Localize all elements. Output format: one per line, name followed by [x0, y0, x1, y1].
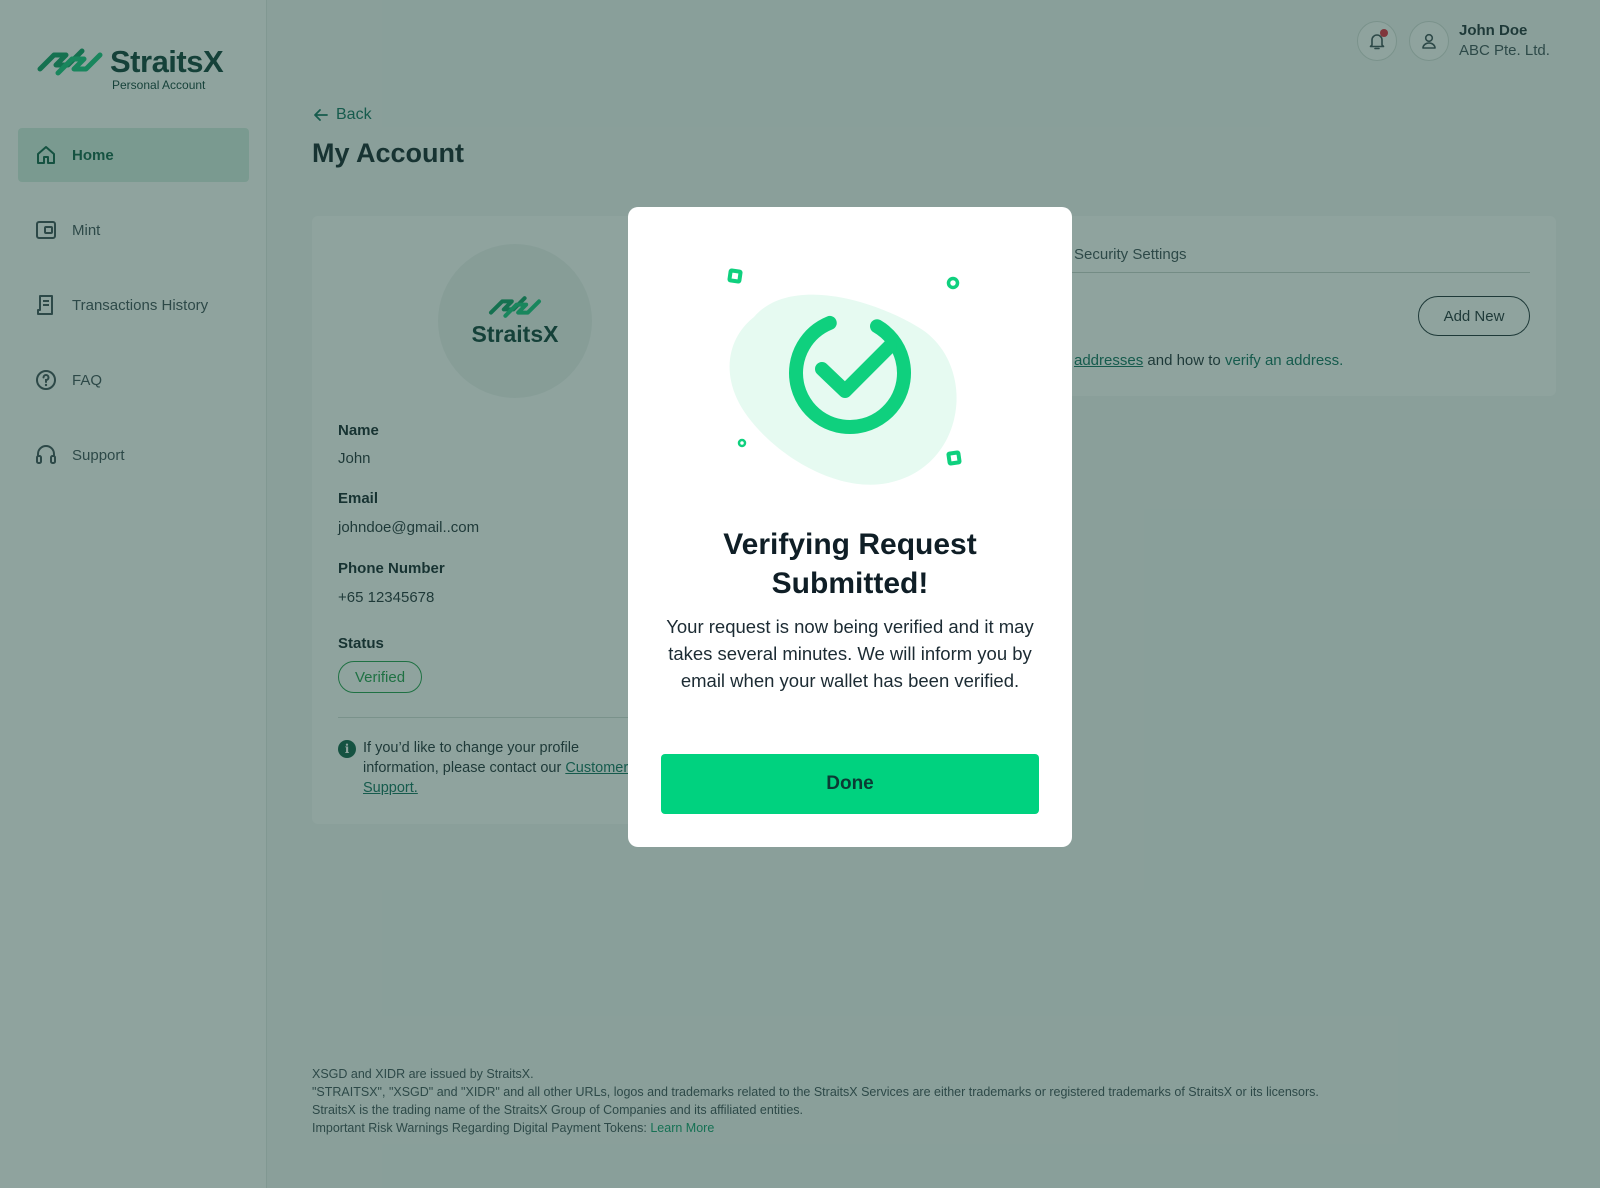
modal-title: Verifying Request Submitted! [723, 528, 977, 600]
done-button[interactable]: Done [661, 754, 1039, 814]
check-circle-icon [727, 268, 962, 485]
modal-body: Your request is now being verified and i… [666, 616, 1034, 691]
verification-modal: Verifying Request Submitted! Your reques… [628, 207, 1072, 847]
